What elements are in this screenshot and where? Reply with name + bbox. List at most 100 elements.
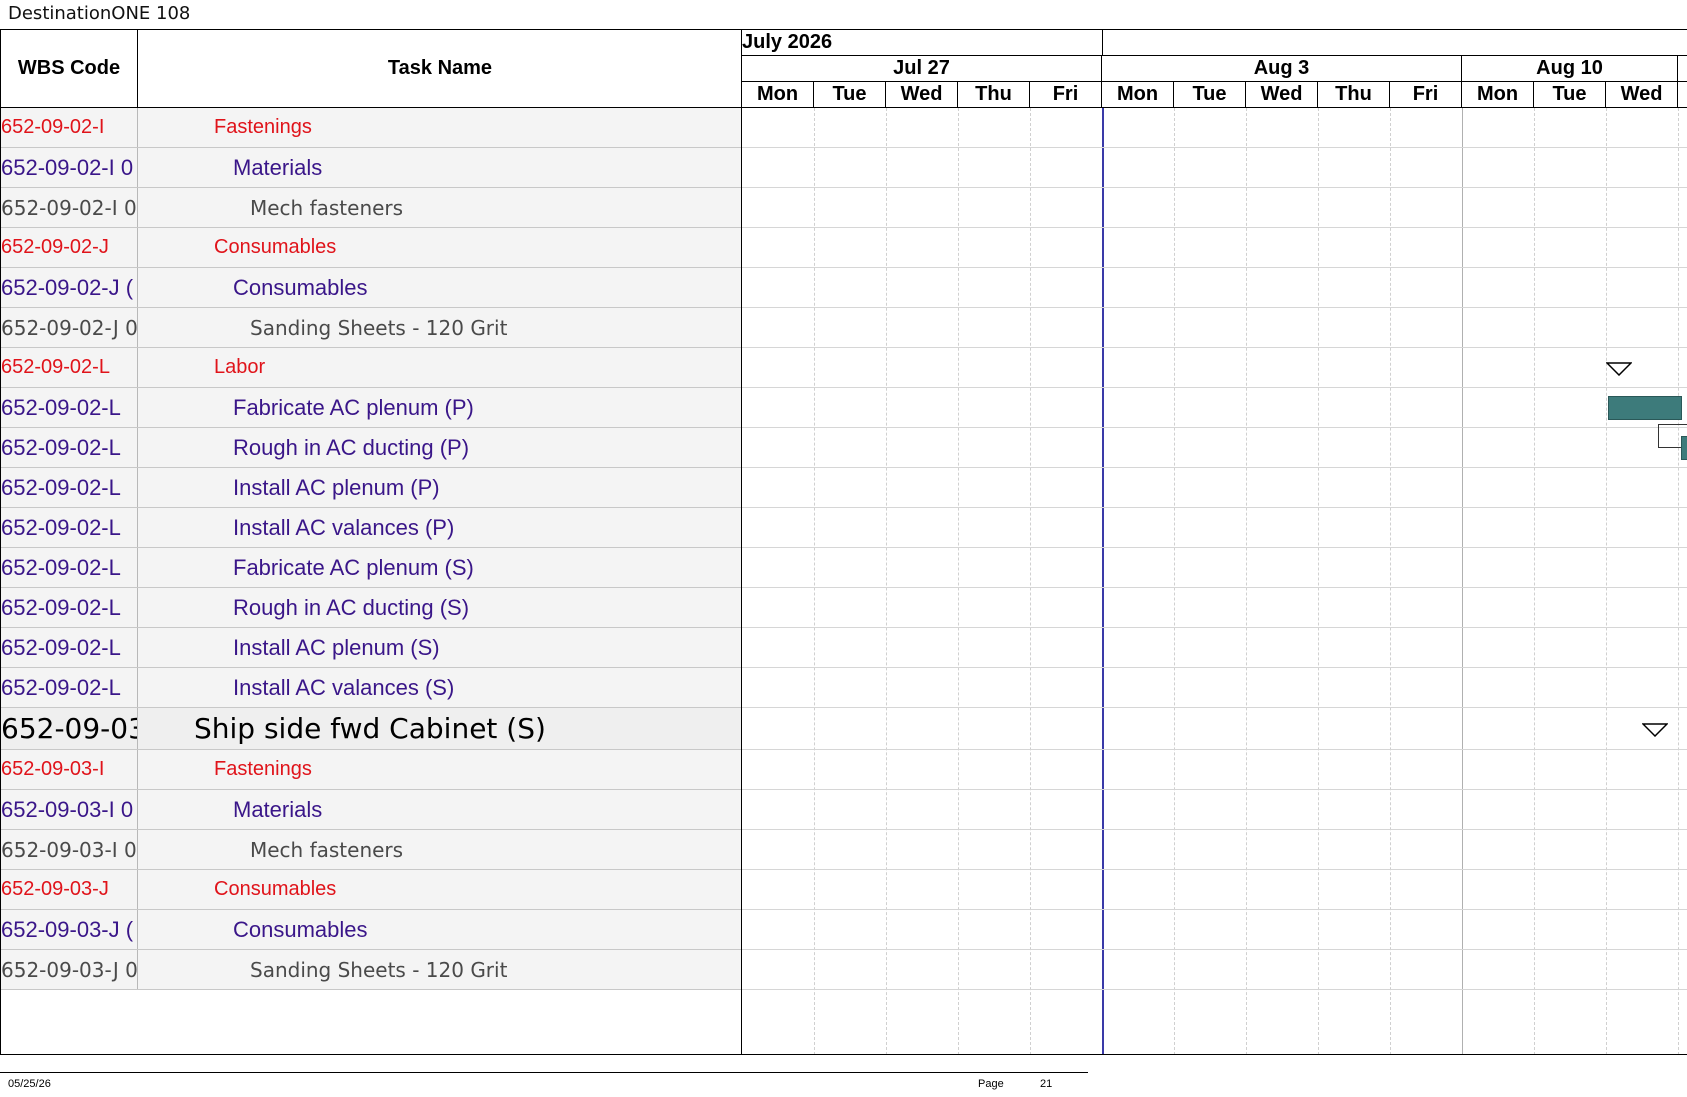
row-gridline — [742, 989, 1687, 990]
task-row[interactable]: 652-09-02-J Consumables — [1, 228, 742, 268]
status-date-line — [1102, 108, 1104, 1054]
row-gridline — [742, 909, 1687, 910]
task-row[interactable]: 652-09-02-I Fastenings — [1, 108, 742, 148]
timeline-month-row: July 2026 — [742, 30, 1687, 56]
task-row[interactable]: 652-09-02-L Install AC valances (S) — [1, 668, 742, 708]
wbs-code-cell[interactable]: 652-09-02-L — [1, 548, 138, 587]
wbs-code-cell[interactable]: 652-09-03 — [1, 708, 138, 749]
task-row[interactable]: 652-09-02-L Rough in AC ducting (S) — [1, 588, 742, 628]
task-row[interactable]: 652-09-02-L Install AC valances (P) — [1, 508, 742, 548]
wbs-code-cell[interactable]: 652-09-03-J ( — [1, 910, 138, 949]
task-row[interactable]: 652-09-03-I 01 Mech fasteners — [1, 830, 742, 870]
wbs-code-cell[interactable]: 652-09-02-I 0 — [1, 148, 138, 187]
task-name-cell[interactable]: Materials — [138, 790, 742, 829]
task-row[interactable]: 652-09-02-L Fabricate AC plenum (P) — [1, 388, 742, 428]
timeline-day-label: Tue — [1174, 82, 1246, 107]
timeline-day-label: Wed — [1606, 82, 1678, 107]
task-name-cell[interactable]: Fabricate AC plenum (P) — [138, 388, 742, 427]
timeline-day-label: Fri — [1030, 82, 1102, 107]
wbs-code-cell[interactable]: 652-09-02-L — [1, 388, 138, 427]
day-gridline — [1462, 108, 1463, 1054]
task-row[interactable]: 652-09-02-L Install AC plenum (P) — [1, 468, 742, 508]
task-row[interactable]: 652-09-03-J 01 Sanding Sheets - 120 Grit — [1, 950, 742, 990]
task-name-cell[interactable]: Labor — [138, 348, 742, 387]
wbs-code-cell[interactable]: 652-09-03-I 0 — [1, 790, 138, 829]
footer-divider — [0, 1072, 1088, 1073]
task-row[interactable]: 652-09-02-L Labor — [1, 348, 742, 388]
row-gridline — [742, 187, 1687, 188]
task-name-cell[interactable]: Consumables — [138, 870, 742, 909]
task-name-cell[interactable]: Consumables — [138, 910, 742, 949]
task-name-cell[interactable]: Rough in AC ducting (S) — [138, 588, 742, 627]
wbs-code-cell[interactable]: 652-09-03-I — [1, 750, 138, 789]
wbs-code-cell[interactable]: 652-09-02-J — [1, 228, 138, 267]
task-name-cell[interactable]: Rough in AC ducting (P) — [138, 428, 742, 467]
timeline-day-label: Wed — [1246, 82, 1318, 107]
wbs-code-cell[interactable]: 652-09-02-I — [1, 108, 138, 147]
row-gridline — [742, 227, 1687, 228]
task-name-cell[interactable]: Sanding Sheets - 120 Grit — [138, 308, 742, 347]
row-gridline — [742, 507, 1687, 508]
task-name-cell[interactable]: Consumables — [138, 228, 742, 267]
wbs-code-cell[interactable]: 652-09-02-L — [1, 588, 138, 627]
task-name-cell[interactable]: Install AC plenum (P) — [138, 468, 742, 507]
wbs-code-cell[interactable]: 652-09-02-I 01 — [1, 188, 138, 227]
row-gridline — [742, 467, 1687, 468]
gantt-task-bar[interactable] — [1681, 436, 1687, 460]
task-row[interactable]: 652-09-03-J (Consumables — [1, 910, 742, 950]
task-row[interactable]: 652-09-02-L Rough in AC ducting (P) — [1, 428, 742, 468]
row-gridline — [742, 547, 1687, 548]
wbs-code-cell[interactable]: 652-09-03-I 01 — [1, 830, 138, 869]
row-gridline — [742, 829, 1687, 830]
wbs-code-cell[interactable]: 652-09-02-J 01 — [1, 308, 138, 347]
task-row[interactable]: 652-09-03-J Consumables — [1, 870, 742, 910]
task-name-cell[interactable]: Fabricate AC plenum (S) — [138, 548, 742, 587]
month-divider — [1102, 30, 1103, 55]
day-gridline — [1678, 108, 1679, 1054]
timeline-month-label: July 2026 — [742, 31, 833, 53]
row-gridline — [742, 387, 1687, 388]
wbs-code-cell[interactable]: 652-09-02-L — [1, 508, 138, 547]
task-name-cell[interactable]: Materials — [138, 148, 742, 187]
task-name-cell[interactable]: Mech fasteners — [138, 188, 742, 227]
task-name-cell[interactable]: Install AC valances (P) — [138, 508, 742, 547]
task-name-cell[interactable]: Fastenings — [138, 750, 742, 789]
task-row[interactable]: 652-09-02-L Install AC plenum (S) — [1, 628, 742, 668]
task-name-cell[interactable]: Fastenings — [138, 108, 742, 147]
task-row[interactable]: 652-09-03 Ship side fwd Cabinet (S) — [1, 708, 742, 750]
task-name-cell[interactable]: Sanding Sheets - 120 Grit — [138, 950, 742, 989]
wbs-code-cell[interactable]: 652-09-02-L — [1, 348, 138, 387]
row-gridline — [742, 307, 1687, 308]
task-name-column-header[interactable]: Task Name — [138, 30, 742, 108]
row-gridline — [742, 427, 1687, 428]
task-row[interactable]: 652-09-02-L Fabricate AC plenum (S) — [1, 548, 742, 588]
wbs-code-cell[interactable]: 652-09-02-L — [1, 668, 138, 707]
day-gridline — [1390, 108, 1391, 1054]
wbs-column-header[interactable]: WBS Code — [1, 30, 138, 108]
task-row[interactable]: 652-09-02-J 01 Sanding Sheets - 120 Grit — [1, 308, 742, 348]
task-row[interactable]: 652-09-03-I 0 Materials — [1, 790, 742, 830]
task-name-cell[interactable]: Ship side fwd Cabinet (S) — [138, 708, 742, 749]
wbs-code-cell[interactable]: 652-09-02-L — [1, 428, 138, 467]
timeline-day-label: Thu — [958, 82, 1030, 107]
task-name-cell[interactable]: Install AC plenum (S) — [138, 628, 742, 667]
gantt-chart-body[interactable] — [742, 108, 1687, 1054]
wbs-code-cell[interactable]: 652-09-02-L — [1, 468, 138, 507]
timeline-week-label: Jul 27 — [742, 56, 1102, 81]
task-row[interactable]: 652-09-02-I 0 Materials — [1, 148, 742, 188]
task-row[interactable]: 652-09-02-I 01 Mech fasteners — [1, 188, 742, 228]
wbs-code-cell[interactable]: 652-09-03-J 01 — [1, 950, 138, 989]
task-row[interactable]: 652-09-03-I Fastenings — [1, 750, 742, 790]
task-row[interactable]: 652-09-02-J (Consumables — [1, 268, 742, 308]
wbs-code-cell[interactable]: 652-09-02-L — [1, 628, 138, 667]
task-table: WBS Code Task Name 652-09-02-I Fastenings… — [0, 29, 742, 1055]
wbs-code-cell[interactable]: 652-09-02-J ( — [1, 268, 138, 307]
task-name-cell[interactable]: Consumables — [138, 268, 742, 307]
task-name-cell[interactable]: Install AC valances (S) — [138, 668, 742, 707]
row-gridline — [742, 627, 1687, 628]
gantt-task-bar[interactable] — [1608, 396, 1682, 420]
row-gridline — [742, 667, 1687, 668]
timeline-day-label: Mon — [1462, 82, 1534, 107]
wbs-code-cell[interactable]: 652-09-03-J — [1, 870, 138, 909]
task-name-cell[interactable]: Mech fasteners — [138, 830, 742, 869]
